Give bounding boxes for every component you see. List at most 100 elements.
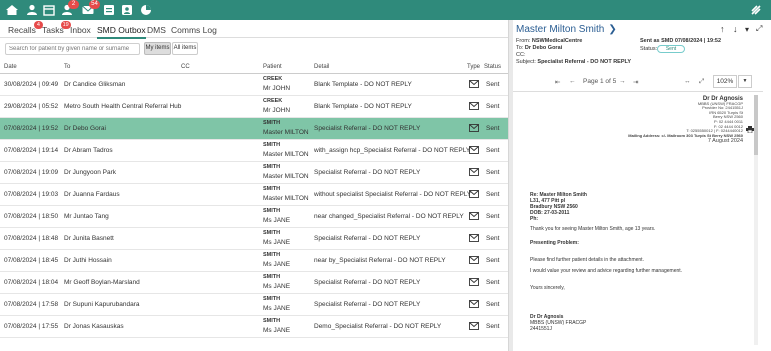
col-status[interactable]: Status xyxy=(484,64,501,70)
all-items-button[interactable]: All items xyxy=(172,42,198,55)
row-detail: Blank Template - DO NOT REPLY xyxy=(314,81,412,88)
envelope-icon xyxy=(469,102,479,110)
table-row[interactable]: 07/08/2024 | 18:04 Mr Geoff Boylan-Marsla… xyxy=(0,272,508,294)
row-recipient: Dr Candice Gliksman xyxy=(64,81,126,88)
tab-inbox[interactable]: Inbox xyxy=(70,25,91,35)
signature-provider-number: 2441551J xyxy=(530,326,552,332)
envelope-icon xyxy=(469,212,479,220)
my-items-button[interactable]: My items xyxy=(144,42,171,55)
row-detail: Specialist Referral - DO NOT REPLY xyxy=(314,125,421,132)
row-recipient: Dr Debo Gorai xyxy=(64,125,106,132)
envelope-icon xyxy=(469,234,479,242)
tab-dms[interactable]: DMS xyxy=(147,25,166,35)
table-row[interactable]: 30/08/2024 | 09:49 Dr Candice Gliksman CRE… xyxy=(0,74,508,96)
row-patient-given-name: Master MILTON xyxy=(263,173,309,180)
col-type[interactable]: Type xyxy=(467,64,480,70)
row-patient-given-name: Master MILTON xyxy=(263,129,309,136)
table-row[interactable]: 07/08/2024 | 18:45 Dr Juthi Hossain SMITH M… xyxy=(0,250,508,272)
row-date: 07/08/2024 | 18:50 xyxy=(4,213,59,220)
chevron-right-icon[interactable]: ❯ xyxy=(608,24,616,35)
row-patient-given-name: Master MILTON xyxy=(263,151,309,158)
table-row[interactable]: 07/08/2024 | 19:03 Dr Juanna Fardaus SMITH… xyxy=(0,184,508,206)
detail-title[interactable]: Master Milton Smith ❯ xyxy=(516,24,617,35)
row-status: Sent xyxy=(486,213,500,220)
last-page-icon[interactable]: ⇥ xyxy=(633,78,638,86)
row-status: Sent xyxy=(486,103,500,110)
row-patient-surname: SMITH xyxy=(263,296,281,302)
tab-comms-log-label: Comms Log xyxy=(171,25,217,35)
zoom-dropdown-icon[interactable]: ▼ xyxy=(738,75,752,88)
table-row[interactable]: 07/08/2024 | 18:50 Mr Juntao Tang SMITH Ms … xyxy=(0,206,508,228)
row-date: 07/08/2024 | 19:52 xyxy=(4,125,59,132)
fit-width-icon[interactable]: ↔ xyxy=(684,78,691,85)
row-detail: near by_Specialist Referral - DO NOT REP… xyxy=(314,257,446,264)
row-date: 07/08/2024 | 18:48 xyxy=(4,235,59,242)
col-detail[interactable]: Detail xyxy=(314,64,329,70)
row-patient-surname: CREEK xyxy=(263,98,283,104)
table-row[interactable]: 07/08/2024 | 17:58 Dr Supuni Kapurubandar… xyxy=(0,294,508,316)
reports-icon[interactable] xyxy=(139,3,153,17)
col-patient[interactable]: Patient xyxy=(263,64,282,70)
patient-search-input[interactable] xyxy=(5,43,140,55)
table-row[interactable]: 07/08/2024 | 19:14 Dr Abram Tadros SMITH Ma… xyxy=(0,140,508,162)
row-status: Sent xyxy=(486,191,500,198)
table-row[interactable]: 07/08/2024 | 19:09 Dr Jungyoon Park SMITH M… xyxy=(0,162,508,184)
chevron-down-icon[interactable]: ▾ xyxy=(745,25,749,34)
row-date: 07/08/2024 | 17:55 xyxy=(4,323,59,330)
row-recipient: Dr Abram Tadros xyxy=(64,147,113,154)
table-row[interactable]: 29/08/2024 | 05:52 Metro South Health Cen… xyxy=(0,96,508,118)
row-status: Sent xyxy=(486,257,500,264)
first-page-icon[interactable]: ⇤ xyxy=(555,78,560,86)
prev-page-icon[interactable]: ← xyxy=(569,78,576,85)
col-date[interactable]: Date xyxy=(4,64,17,70)
row-recipient: Mr Geoff Boylan-Marsland xyxy=(64,279,140,286)
row-date: 07/08/2024 | 18:45 xyxy=(4,257,59,264)
from-value: NSWMedicalCentre xyxy=(531,38,583,44)
home-icon[interactable] xyxy=(5,3,19,17)
row-patient-given-name: Ms JANE xyxy=(263,327,291,334)
inbox-icon[interactable] xyxy=(102,3,116,17)
table-row[interactable]: 07/08/2024 | 17:55 Dr Jonas Kasauskas SMIT… xyxy=(0,316,508,338)
tab-comms-log[interactable]: Comms Log xyxy=(171,25,217,35)
row-detail: Demo_Specialist Referral - DO NOT REPLY xyxy=(314,323,442,330)
row-recipient: Dr Jonas Kasauskas xyxy=(64,323,124,330)
tab-smd-outbox-label: SMD Outbox xyxy=(97,25,146,35)
expand-icon[interactable]: ⤢ xyxy=(756,24,762,34)
row-date: 07/08/2024 | 19:03 xyxy=(4,191,59,198)
patients-icon[interactable]: 2 xyxy=(60,0,79,17)
pane-divider[interactable] xyxy=(508,20,513,351)
row-recipient: Metro South Health Central Referral Hub xyxy=(64,103,182,110)
printer-icon[interactable] xyxy=(746,120,754,134)
pdf-scrollbar-thumb[interactable] xyxy=(754,95,758,155)
col-to[interactable]: To xyxy=(64,64,70,70)
row-status: Sent xyxy=(486,169,500,176)
profile-icon[interactable] xyxy=(120,3,134,17)
row-patient-given-name: Ms JANE xyxy=(263,217,291,224)
table-row[interactable]: 07/08/2024 | 18:48 Dr Junita Basnett SMITH… xyxy=(0,228,508,250)
messages-icon[interactable]: 54 xyxy=(81,0,100,17)
col-cc[interactable]: CC xyxy=(181,64,190,70)
arrow-down-icon[interactable]: ↓ xyxy=(733,24,738,34)
table-row[interactable]: 07/08/2024 | 19:52 Dr Debo Gorai SMITH Mast… xyxy=(0,118,508,140)
row-detail: Blank Template - DO NOT REPLY xyxy=(314,103,412,110)
zoom-level[interactable]: 102% xyxy=(713,75,737,88)
tab-smd-outbox[interactable]: SMD Outbox xyxy=(97,25,146,39)
tab-tasks[interactable]: Tasks 19 xyxy=(42,21,71,35)
pdf-scrollbar[interactable] xyxy=(754,95,758,345)
from-label: From: xyxy=(516,38,531,44)
fit-page-icon[interactable]: ⤢ xyxy=(699,78,704,86)
next-page-icon[interactable]: → xyxy=(619,78,626,85)
row-date: 07/08/2024 | 19:09 xyxy=(4,169,59,176)
calendar-icon[interactable] xyxy=(42,3,56,17)
arrow-up-icon[interactable]: ↑ xyxy=(720,24,725,34)
envelope-icon xyxy=(469,146,479,154)
row-recipient: Dr Supuni Kapurubandara xyxy=(64,301,140,308)
patient-name-link[interactable]: Master Milton Smith xyxy=(516,24,604,35)
contacts-icon[interactable] xyxy=(25,3,39,17)
row-detail: Specialist Referral - DO NOT REPLY xyxy=(314,169,421,176)
envelope-icon xyxy=(469,322,479,330)
tab-recalls[interactable]: Recalls 4 xyxy=(8,21,43,35)
row-patient-surname: SMITH xyxy=(263,230,281,236)
row-date: 30/08/2024 | 09:49 xyxy=(4,81,59,88)
row-patient-surname: CREEK xyxy=(263,76,283,82)
